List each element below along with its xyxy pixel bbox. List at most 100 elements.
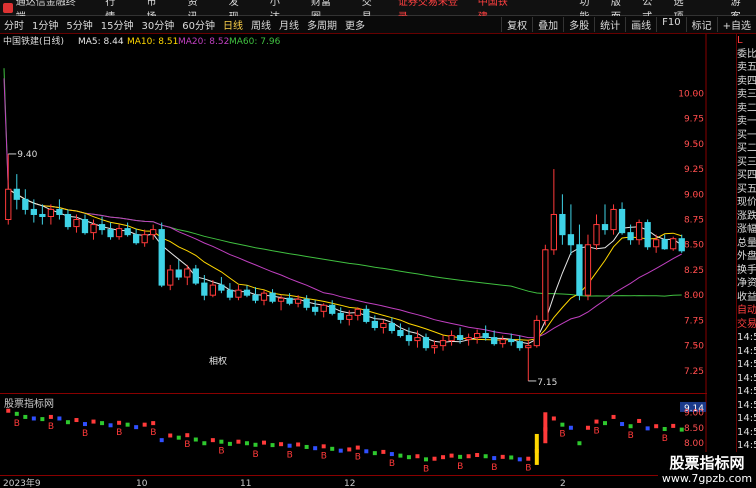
signal-dot-40 [347,447,352,452]
period-intraday[interactable]: 分时 [0,17,28,32]
signal-dot-65 [560,422,565,427]
tool-adjust[interactable]: 复权 [501,17,532,32]
signal-b-49: B [423,464,429,474]
candle-body-10 [90,224,97,234]
period-5min[interactable]: 5分钟 [62,17,96,32]
signal-dot-33 [287,443,292,448]
signal-dot-51 [441,455,446,460]
quote-panel-row: 卖一 [737,116,756,127]
tool-stats[interactable]: 统计 [594,17,625,32]
signal-dot-27 [236,439,241,444]
signal-dot-15 [134,425,139,430]
tool-draw[interactable]: 画线 [625,17,656,32]
indicator-name[interactable]: 股票指标网 [4,395,54,410]
tool-overlay[interactable]: 叠加 [532,17,563,32]
candle-body-3 [30,208,37,215]
signal-b-53: B [457,462,463,472]
signal-dot-43 [372,451,377,456]
ma10-readout: MA10: 8.51 [127,37,178,47]
signal-dot-11 [100,421,105,426]
candle-body-76 [653,239,660,248]
signal-dot-24 [210,438,215,443]
signal-b-69: B [593,427,599,437]
indicator-panel[interactable]: B BB B BBB B B B BBB B B BB B B B9.149.008.508.00 [0,393,707,475]
signal-dot-14 [125,422,130,427]
candle-body-43 [371,320,378,328]
quote-panel: L 委比 卖五 卖四 卖三 卖二 卖一 买一 买二 买三 买四 买五 现价 涨跌 涨幅 总量 外盘 换手 净资 收益自… [736,34,756,487]
candle-body-79 [678,238,685,252]
quote-panel-row: 收益 [737,291,756,303]
signal-b-37: B [321,451,327,461]
quote-panel-row: 买二 [737,143,756,154]
period-daily[interactable]: 日线 [219,17,247,32]
candle-body-51 [439,340,447,347]
signal-dot-64 [551,416,556,421]
candle-body-17 [150,229,157,236]
y-tick-label-6: 8.50 [684,241,704,251]
period-1min[interactable]: 1分钟 [28,17,62,32]
signal-dot-76 [654,424,659,429]
candle-body-16 [141,234,148,244]
period-weekly[interactable]: 周线 [247,17,275,32]
candle-body-35 [303,298,310,308]
signal-dot-1 [14,411,19,416]
signal-dot-55 [475,453,480,457]
signal-dot-56 [483,454,488,459]
candle-body-25 [218,284,225,291]
period-30min[interactable]: 30分钟 [137,17,178,32]
candle-body-53 [456,335,464,341]
signal-dot-31 [270,443,275,448]
quote-panel-row: 买三 [737,156,756,168]
tool-add-favorite[interactable]: +自选 [716,17,756,32]
quote-panel-row: 卖三 [737,89,756,100]
ma20-readout: MA20: 8.52 [178,37,229,47]
candle-body-61 [525,345,532,349]
signal-b-25: B [218,447,224,457]
signal-bar-red [543,412,548,444]
quote-panel-row: 14:50 [737,359,756,370]
quote-panel-row: 买四 [737,170,756,181]
quote-panel-row: 买五 [737,183,756,195]
candle-75 [644,219,651,250]
signal-dot-21 [185,433,190,438]
x-axis: 2023年9 10 11 12 2 [0,475,707,488]
candle-body-11 [98,224,106,231]
candle-body-26 [226,289,234,298]
ind-tick-1: 9.00 [684,408,704,418]
candle-body-59 [508,339,515,343]
candle-body-55 [473,333,481,339]
period-15min[interactable]: 15分钟 [97,17,138,32]
period-multi[interactable]: 多周期 [303,17,341,32]
signal-dot-73 [628,424,633,429]
watermark-line1: 股票指标网 [669,454,745,472]
period-more[interactable]: 更多 [341,17,369,32]
candle-body-7 [64,213,72,228]
period-60min[interactable]: 60分钟 [178,17,219,32]
candle-body-42 [363,308,370,322]
signal-b-57: B [491,463,497,473]
period-monthly[interactable]: 月线 [275,17,303,32]
signal-dot-66 [568,425,573,430]
quote-panel-row: 14:50 [737,426,756,438]
tool-f10[interactable]: F10 [656,17,685,32]
signal-dot-34 [296,442,301,447]
tool-multi-stock[interactable]: 多股 [563,17,594,32]
chart-tools: 复权 叠加 多股 统计 画线 F10 标记 +自选 [501,17,756,32]
quote-panel-row: 14:50 [737,332,756,343]
quote-panel-row: 14:50 [737,372,756,384]
signal-dot-16 [142,422,147,427]
candle-body-27 [235,289,242,298]
tool-mark[interactable]: 标记 [685,17,717,32]
candle-18 [158,222,165,288]
candle-body-9 [81,219,89,234]
signal-b-21: B [184,440,190,450]
signal-b-29: B [252,450,258,460]
signal-dot-54 [466,454,471,459]
signal-dot-78 [671,423,676,428]
kline-chart[interactable]: 中国铁建(日线) MA5: 8.44 MA10: 8.51 MA20: 8.52… [0,34,707,393]
candle-body-29 [252,294,259,301]
candle-body-58 [499,339,506,345]
ma60-readout: MA60: 7.96 [229,37,281,47]
app-logo-icon [3,2,13,13]
signal-dot-36 [313,446,318,451]
